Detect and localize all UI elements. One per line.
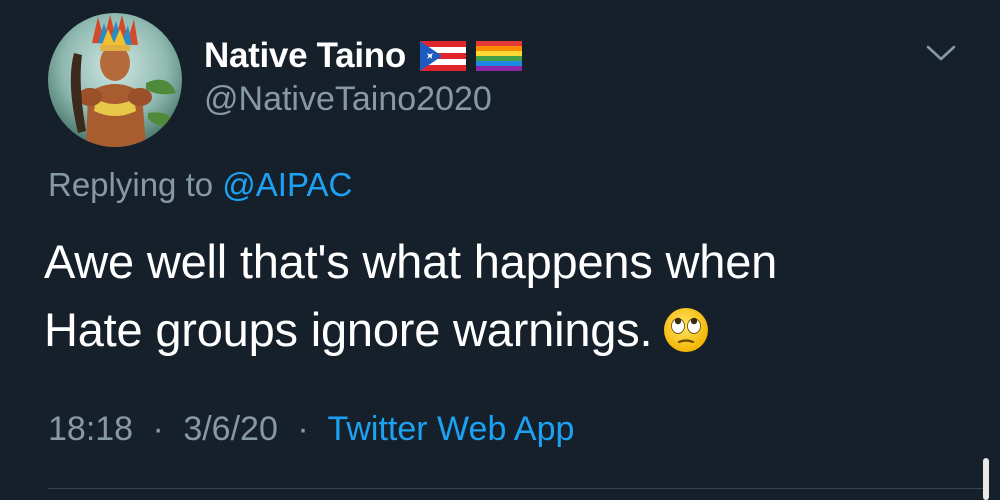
- divider: [48, 488, 988, 489]
- face-with-rolling-eyes-icon: [662, 304, 710, 352]
- tweet-text-line-with-emoji: Hate groups ignore warnings.: [44, 296, 964, 364]
- tweet-card: Native Taino @NativeTaino2020 Replying t…: [0, 0, 1000, 500]
- puerto-rico-flag-icon: [419, 41, 466, 71]
- separator: ·: [152, 410, 164, 448]
- replying-to-label: Replying to: [48, 166, 214, 203]
- tweet-metadata: 18:18 · 3/6/20 · Twitter Web App: [48, 410, 574, 449]
- reply-mention-link[interactable]: @AIPAC: [222, 166, 352, 203]
- replying-to: Replying to @AIPAC: [48, 166, 352, 204]
- scrollbar[interactable]: [983, 458, 989, 500]
- separator: ·: [297, 410, 309, 448]
- tweet-date[interactable]: 3/6/20: [183, 410, 278, 448]
- user-name-row: Native Taino: [204, 34, 522, 78]
- display-name[interactable]: Native Taino: [204, 36, 406, 76]
- tweet-text: Awe well that's what happens when Hate g…: [44, 228, 964, 364]
- tweet-text-line: Hate groups ignore warnings.: [44, 303, 653, 356]
- avatar[interactable]: [48, 13, 182, 147]
- avatar-illustration: [48, 13, 182, 147]
- user-handle[interactable]: @NativeTaino2020: [204, 80, 492, 119]
- tweet-text-line: Awe well that's what happens when: [44, 235, 778, 288]
- tweet-source-link[interactable]: Twitter Web App: [327, 410, 574, 448]
- rainbow-flag-icon: [475, 41, 522, 71]
- chevron-down-icon[interactable]: [922, 38, 960, 68]
- tweet-time[interactable]: 18:18: [48, 410, 133, 448]
